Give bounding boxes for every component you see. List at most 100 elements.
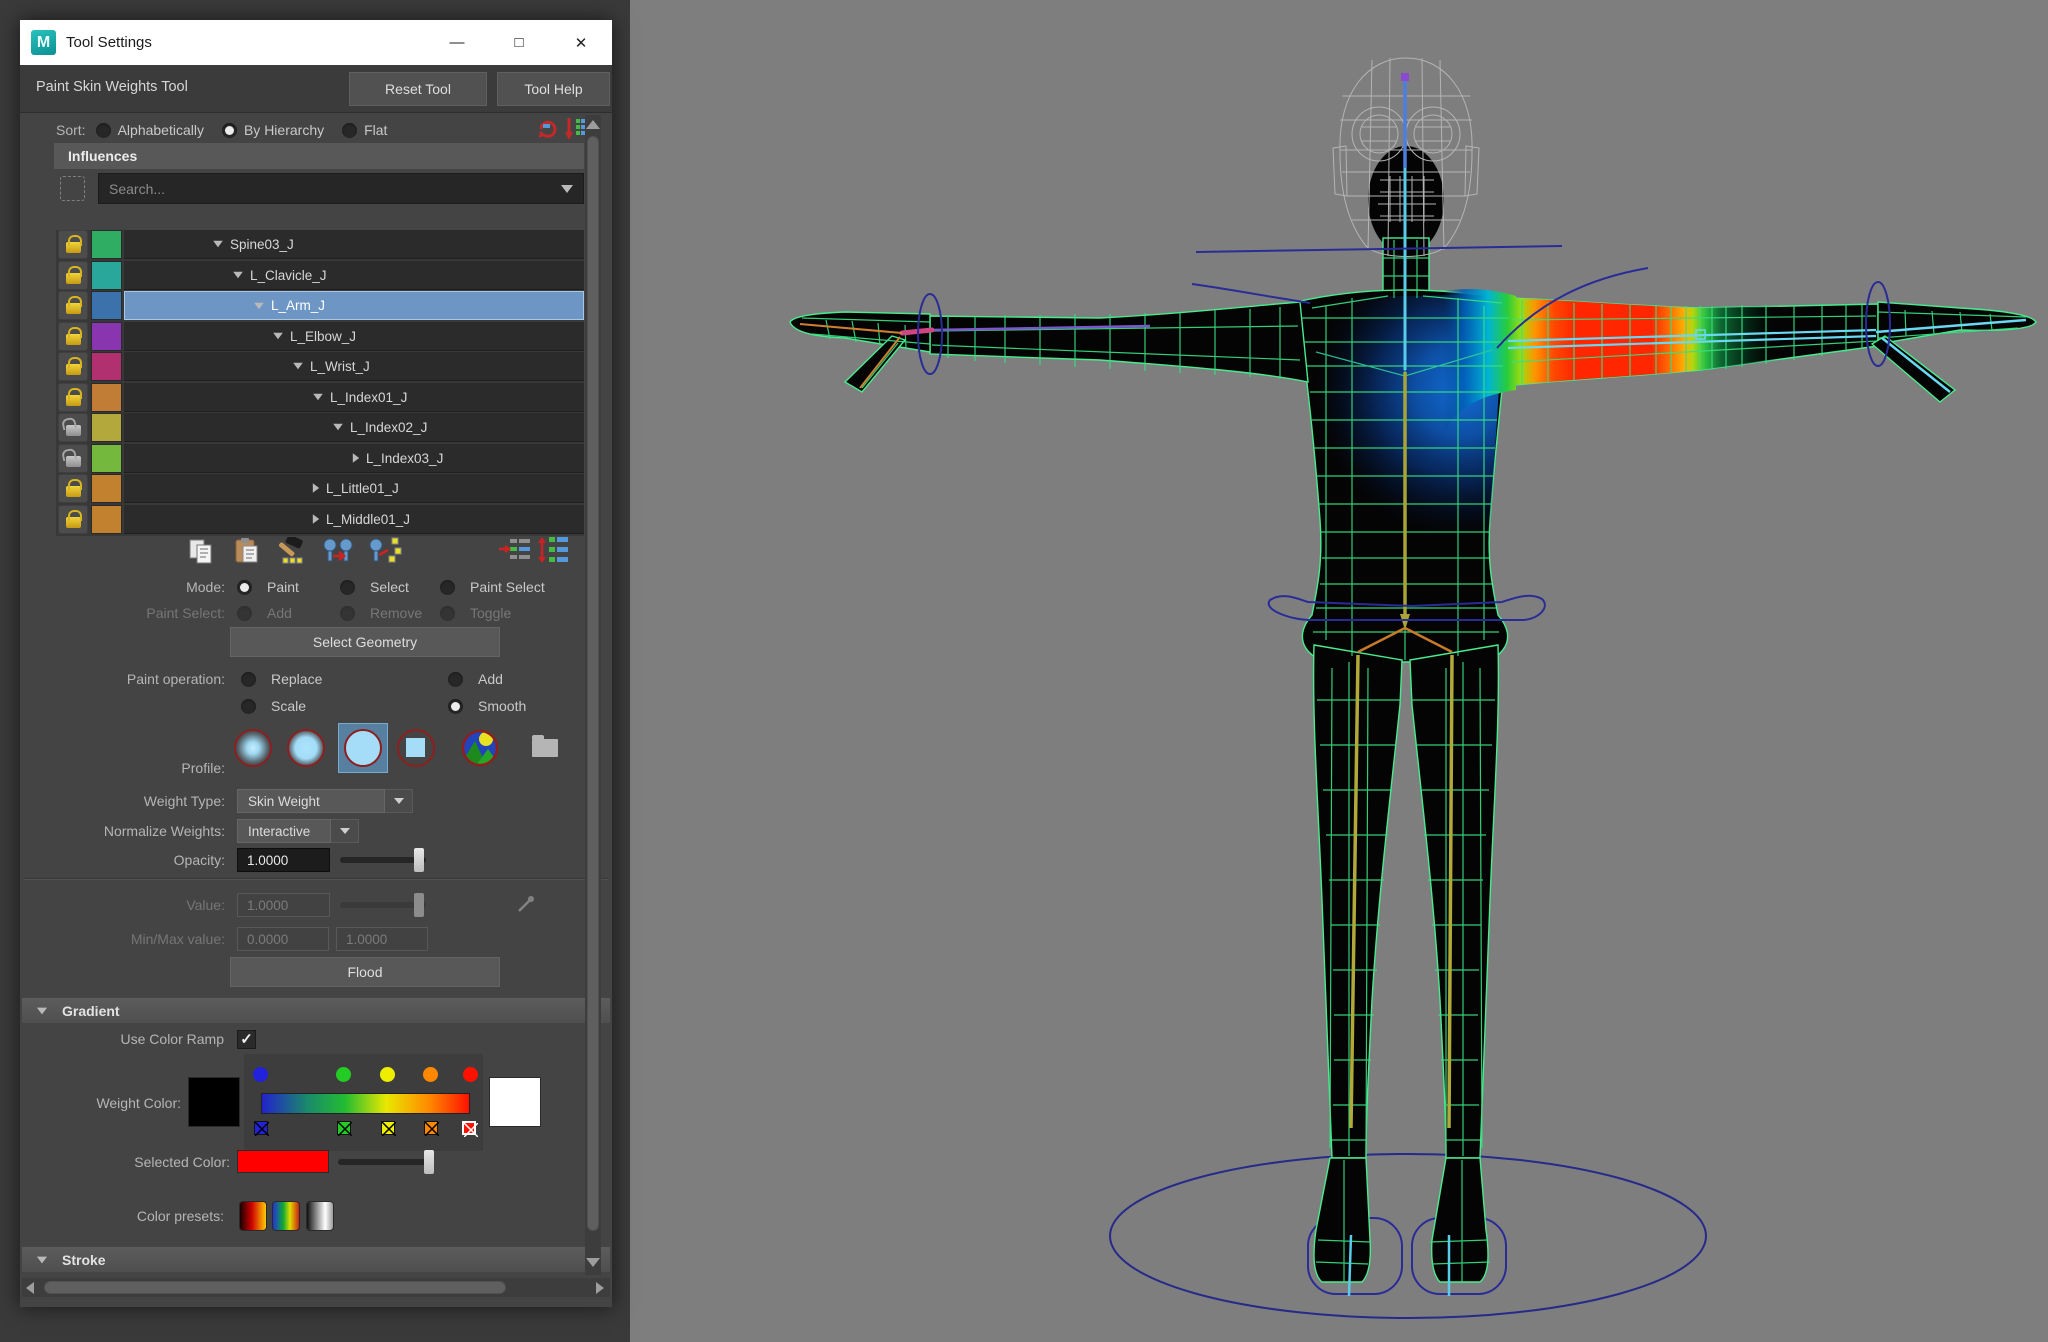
lock-button[interactable] bbox=[58, 261, 88, 290]
influence-row[interactable]: L_Wrist_J bbox=[56, 352, 584, 381]
section-collapse-icon[interactable] bbox=[37, 1256, 47, 1263]
lock-button[interactable] bbox=[58, 474, 88, 503]
expand-icon[interactable] bbox=[273, 333, 283, 339]
paint-op-add-radio[interactable] bbox=[448, 672, 463, 687]
expand-icon[interactable] bbox=[213, 241, 223, 247]
expand-icon[interactable] bbox=[313, 394, 323, 400]
lock-button[interactable] bbox=[58, 322, 88, 351]
unlock-button[interactable] bbox=[58, 413, 88, 442]
influence-row[interactable]: Spine03_J bbox=[56, 230, 584, 259]
influence-row[interactable]: L_Little01_J bbox=[56, 474, 584, 503]
cycle-influences-icon[interactable] bbox=[537, 535, 569, 565]
ramp-stop-green[interactable] bbox=[336, 1067, 351, 1082]
expand-icon[interactable] bbox=[333, 424, 343, 430]
browse-image-folder-icon[interactable] bbox=[532, 739, 558, 757]
paste-weights-icon[interactable] bbox=[234, 537, 260, 564]
scroll-right-icon[interactable] bbox=[596, 1282, 604, 1294]
show-influence-under-pointer-icon[interactable] bbox=[498, 537, 532, 564]
selected-color-slider[interactable] bbox=[338, 1159, 434, 1165]
preset-grayscale-swatch[interactable] bbox=[306, 1201, 334, 1231]
brush-solid-icon[interactable] bbox=[344, 729, 382, 767]
paint-op-scale-radio[interactable] bbox=[241, 699, 256, 714]
influence-row[interactable]: L_Index03_J bbox=[56, 444, 584, 473]
opacity-input[interactable]: 1.0000 bbox=[237, 848, 330, 872]
flood-button[interactable]: Flood bbox=[230, 957, 500, 987]
close-button[interactable]: ✕ bbox=[550, 20, 612, 65]
ramp-key-red-selected[interactable] bbox=[462, 1121, 476, 1135]
influence-row[interactable]: L_Clavicle_J bbox=[56, 261, 584, 290]
ramp-stop-yellow[interactable] bbox=[380, 1067, 395, 1082]
mode-select-radio[interactable] bbox=[340, 580, 355, 595]
preset-rainbow-swatch[interactable] bbox=[272, 1201, 300, 1231]
ramp-key-blue[interactable] bbox=[254, 1121, 268, 1135]
influence-row[interactable]: L_Middle01_J bbox=[56, 505, 584, 534]
section-collapse-icon[interactable] bbox=[37, 1007, 47, 1014]
opacity-slider[interactable] bbox=[340, 857, 426, 863]
influence-color-swatch[interactable] bbox=[91, 291, 122, 320]
sort-flat-radio[interactable] bbox=[342, 123, 357, 138]
search-box[interactable] bbox=[98, 173, 584, 204]
influence-filter-icon[interactable] bbox=[60, 176, 85, 201]
unlock-button[interactable] bbox=[58, 444, 88, 473]
influence-color-swatch[interactable] bbox=[91, 261, 122, 290]
gradient-section-header[interactable]: Gradient bbox=[22, 998, 610, 1023]
paint-op-smooth-radio[interactable] bbox=[448, 699, 463, 714]
lock-button[interactable] bbox=[58, 230, 88, 259]
sort-alphabetically-radio[interactable] bbox=[96, 123, 111, 138]
select-geometry-button[interactable]: Select Geometry bbox=[230, 627, 500, 657]
influence-row[interactable]: L_Index02_J bbox=[56, 413, 584, 442]
influence-color-swatch[interactable] bbox=[91, 322, 122, 351]
scroll-up-icon[interactable] bbox=[586, 120, 600, 129]
influence-color-swatch[interactable] bbox=[91, 230, 122, 259]
influence-color-swatch[interactable] bbox=[91, 474, 122, 503]
ramp-stop-red[interactable] bbox=[463, 1067, 478, 1082]
ramp-stop-blue[interactable] bbox=[253, 1067, 268, 1082]
influence-color-swatch[interactable] bbox=[91, 505, 122, 534]
weight-color-black-swatch[interactable] bbox=[188, 1077, 240, 1127]
preset-fire-swatch[interactable] bbox=[239, 1201, 267, 1231]
expand-icon[interactable] bbox=[293, 363, 303, 369]
influence-row[interactable]: L_Elbow_J bbox=[56, 322, 584, 351]
horizontal-scrollbar[interactable] bbox=[22, 1278, 610, 1297]
search-input[interactable] bbox=[99, 180, 561, 198]
ramp-key-orange[interactable] bbox=[424, 1121, 438, 1135]
collapse-icon[interactable] bbox=[313, 514, 319, 524]
weight-type-dropdown[interactable]: Skin Weight bbox=[237, 789, 413, 813]
move-weights-icon[interactable] bbox=[322, 536, 354, 564]
scroll-left-icon[interactable] bbox=[26, 1282, 34, 1294]
collapse-icon[interactable] bbox=[353, 453, 359, 463]
search-dropdown-icon[interactable] bbox=[561, 185, 573, 193]
influence-color-swatch[interactable] bbox=[91, 413, 122, 442]
ramp-gradient-bar[interactable] bbox=[261, 1093, 470, 1114]
color-ramp-widget[interactable] bbox=[244, 1054, 483, 1151]
brush-square-icon[interactable] bbox=[397, 729, 435, 767]
mode-paint-select-radio[interactable] bbox=[440, 580, 455, 595]
use-color-ramp-checkbox[interactable]: ✓ bbox=[237, 1030, 256, 1049]
viewport-3d[interactable] bbox=[630, 0, 2048, 1342]
chevron-down-icon[interactable] bbox=[385, 789, 413, 813]
mode-paint-radio[interactable] bbox=[237, 580, 252, 595]
sort-influences-icon[interactable] bbox=[564, 116, 586, 142]
refresh-influences-icon[interactable] bbox=[536, 118, 560, 140]
lock-button[interactable] bbox=[58, 383, 88, 412]
sort-by-hierarchy-radio[interactable] bbox=[222, 123, 237, 138]
paint-op-replace-radio[interactable] bbox=[241, 672, 256, 687]
title-bar[interactable]: M Tool Settings — □ ✕ bbox=[20, 20, 612, 65]
influence-row-selected[interactable]: L_Arm_J bbox=[56, 291, 584, 320]
lock-button[interactable] bbox=[58, 291, 88, 320]
influence-row[interactable]: L_Index01_J bbox=[56, 383, 584, 412]
horizontal-scroll-thumb[interactable] bbox=[44, 1281, 506, 1294]
ramp-key-yellow[interactable] bbox=[381, 1121, 395, 1135]
maximize-button[interactable]: □ bbox=[488, 20, 550, 65]
vertical-scroll-thumb[interactable] bbox=[587, 136, 599, 1231]
influence-color-swatch[interactable] bbox=[91, 444, 122, 473]
expand-icon[interactable] bbox=[254, 302, 264, 308]
tool-help-button[interactable]: Tool Help bbox=[497, 72, 610, 106]
influence-color-swatch[interactable] bbox=[91, 383, 122, 412]
collapse-icon[interactable] bbox=[313, 483, 319, 493]
reset-tool-button[interactable]: Reset Tool bbox=[349, 72, 487, 106]
stroke-section-header[interactable]: Stroke bbox=[22, 1247, 610, 1272]
influence-color-swatch[interactable] bbox=[91, 352, 122, 381]
chevron-down-icon[interactable] bbox=[331, 819, 359, 843]
expand-icon[interactable] bbox=[233, 272, 243, 278]
